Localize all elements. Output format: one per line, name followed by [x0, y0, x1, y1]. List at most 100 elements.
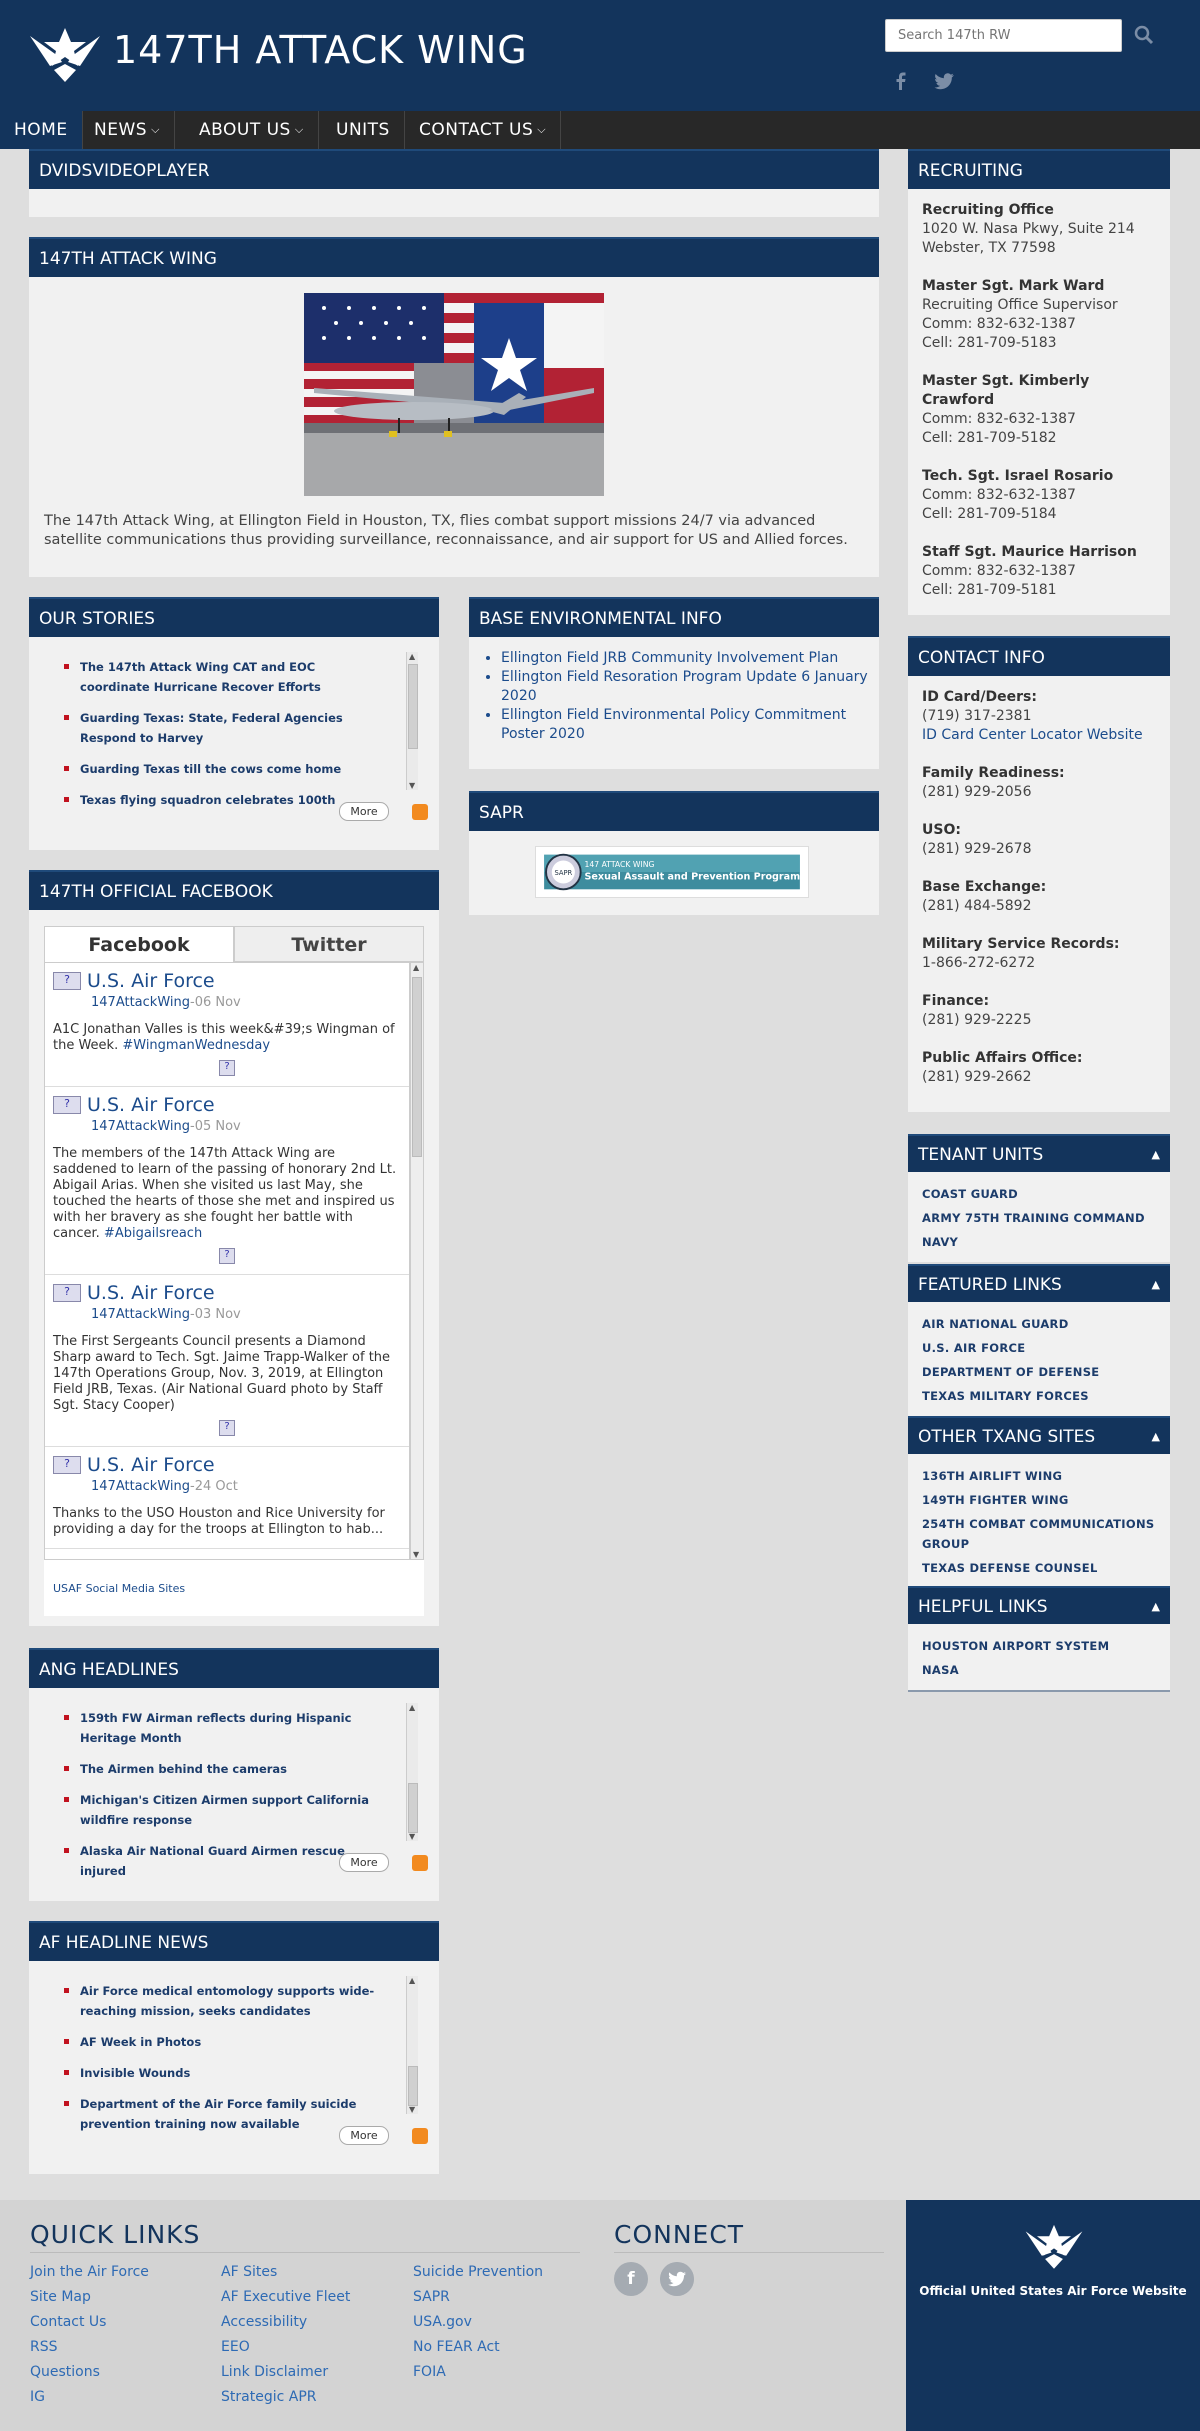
- facebook-icon[interactable]: [890, 70, 912, 92]
- site-title[interactable]: 147TH ATTACK WING: [113, 28, 528, 72]
- post-image-icon[interactable]: ?: [219, 1248, 235, 1264]
- stories-more-button[interactable]: More: [339, 802, 389, 821]
- txang-site-link[interactable]: TEXAS DEFENSE COUNSEL: [922, 1558, 1170, 1578]
- tenant-units-header[interactable]: TENANT UNITS ▲: [908, 1134, 1170, 1172]
- tenant-unit-link[interactable]: COAST GUARD: [922, 1184, 1170, 1204]
- air-force-logo-icon[interactable]: [1024, 2218, 1084, 2274]
- quick-link[interactable]: Accessibility: [221, 2310, 350, 2335]
- post-author[interactable]: U.S. Air Force: [87, 1282, 215, 1304]
- post-author[interactable]: U.S. Air Force: [87, 1454, 215, 1476]
- story-item[interactable]: Guarding Texas: State, Federal Agencies …: [54, 708, 384, 748]
- stories-scrollbar[interactable]: ▲ ▼: [406, 652, 418, 790]
- search-icon[interactable]: [1133, 24, 1155, 46]
- sapr-banner[interactable]: SAPR 147 ATTACK WING Sexual Assault and …: [535, 846, 809, 898]
- nav-units[interactable]: UNITS: [322, 111, 405, 149]
- scroll-up-icon[interactable]: ▲: [409, 652, 415, 661]
- quick-link[interactable]: AF Sites: [221, 2260, 350, 2285]
- id-card-locator-link[interactable]: ID Card Center Locator Website: [922, 727, 1143, 743]
- af-news-scrollbar[interactable]: ▲ ▼: [406, 1976, 418, 2114]
- featured-link[interactable]: U.S. AIR FORCE: [922, 1338, 1170, 1358]
- ang-more-button[interactable]: More: [339, 1853, 389, 1872]
- scroll-thumb[interactable]: [408, 2066, 418, 2106]
- featured-links-header[interactable]: FEATURED LINKS ▲: [908, 1264, 1170, 1302]
- post-handle[interactable]: 147AttackWing: [91, 1119, 190, 1134]
- tab-twitter[interactable]: Twitter: [234, 926, 424, 962]
- facebook-scrollbar[interactable]: ▲ ▼: [410, 962, 424, 1560]
- usaf-social-media-link[interactable]: USAF Social Media Sites: [53, 1582, 185, 1595]
- af-official-site-text[interactable]: Official United States Air Force Website: [906, 2284, 1200, 2298]
- story-item[interactable]: The 147th Attack Wing CAT and EOC coordi…: [54, 657, 384, 697]
- tenant-unit-link[interactable]: ARMY 75TH TRAINING COMMAND: [922, 1208, 1170, 1228]
- headline-item[interactable]: AF Week in Photos: [54, 2032, 384, 2052]
- af-official-site-block[interactable]: Official United States Air Force Website: [906, 2200, 1200, 2431]
- rss-icon[interactable]: [412, 2128, 428, 2144]
- rss-icon[interactable]: [412, 804, 428, 820]
- collapse-icon[interactable]: ▲: [1152, 1588, 1160, 1626]
- collapse-icon[interactable]: ▲: [1152, 1136, 1160, 1174]
- twitter-icon[interactable]: [660, 2262, 694, 2296]
- facebook-icon[interactable]: f: [614, 2262, 648, 2296]
- scroll-down-icon[interactable]: ▼: [409, 781, 415, 790]
- scroll-up-icon[interactable]: ▲: [409, 1703, 415, 1712]
- scroll-thumb[interactable]: [408, 1783, 418, 1833]
- story-item[interactable]: Texas flying squadron celebrates 100th: [54, 790, 384, 810]
- featured-link[interactable]: TEXAS MILITARY FORCES: [922, 1386, 1170, 1406]
- nav-home[interactable]: HOME: [0, 111, 83, 149]
- ang-scrollbar[interactable]: ▲ ▼: [406, 1703, 418, 1841]
- tenant-unit-link[interactable]: NAVY: [922, 1232, 1170, 1252]
- nav-news[interactable]: NEWS ⌵: [80, 111, 175, 149]
- nav-about-us[interactable]: ABOUT US ⌵: [185, 111, 319, 149]
- scroll-down-icon[interactable]: ▼: [409, 2105, 415, 2114]
- scroll-up-icon[interactable]: ▲: [409, 1976, 415, 1985]
- story-item[interactable]: Guarding Texas till the cows come home: [54, 759, 384, 779]
- featured-link[interactable]: AIR NATIONAL GUARD: [922, 1314, 1170, 1334]
- txang-site-link[interactable]: 254TH COMBAT COMMUNICATIONS GROUP: [922, 1514, 1170, 1554]
- quick-link[interactable]: Strategic APR: [221, 2385, 350, 2410]
- headline-item[interactable]: Department of the Air Force family suici…: [54, 2094, 384, 2134]
- headline-item[interactable]: Michigan's Citizen Airmen support Califo…: [54, 1790, 384, 1830]
- scroll-thumb[interactable]: [412, 977, 422, 1157]
- collapse-icon[interactable]: ▲: [1152, 1266, 1160, 1304]
- headline-item[interactable]: Alaska Air National Guard Airmen rescue …: [54, 1841, 384, 1881]
- env-link[interactable]: Ellington Field Environmental Policy Com…: [501, 706, 871, 744]
- search-input[interactable]: [885, 19, 1122, 52]
- helpful-link[interactable]: NASA: [922, 1660, 1170, 1680]
- quick-link[interactable]: Contact Us: [30, 2310, 149, 2335]
- nav-contact-us[interactable]: CONTACT US ⌵: [405, 111, 562, 149]
- quick-link[interactable]: Join the Air Force: [30, 2260, 149, 2285]
- post-handle[interactable]: 147AttackWing: [91, 1307, 190, 1322]
- facebook-feed[interactable]: ? U.S. Air Force 147AttackWing-06 Nov A1C…: [44, 962, 410, 1560]
- post-image-icon[interactable]: ?: [219, 1420, 235, 1436]
- air-force-logo-icon[interactable]: [28, 22, 102, 86]
- quick-link[interactable]: FOIA: [413, 2360, 543, 2385]
- scroll-down-icon[interactable]: ▼: [409, 1832, 415, 1841]
- headline-item[interactable]: The Airmen behind the cameras: [54, 1759, 384, 1779]
- env-link[interactable]: Ellington Field Resoration Program Updat…: [501, 668, 871, 706]
- collapse-icon[interactable]: ▲: [1152, 1418, 1160, 1456]
- post-handle[interactable]: 147AttackWing: [91, 1479, 190, 1494]
- helpful-link[interactable]: HOUSTON AIRPORT SYSTEM: [922, 1636, 1170, 1656]
- quick-link[interactable]: SAPR: [413, 2285, 543, 2310]
- helpful-links-header[interactable]: HELPFUL LINKS ▲: [908, 1586, 1170, 1624]
- quick-link[interactable]: No FEAR Act: [413, 2335, 543, 2360]
- post-author[interactable]: U.S. Air Force: [87, 970, 215, 992]
- txang-site-link[interactable]: 149TH FIGHTER WING: [922, 1490, 1170, 1510]
- rss-icon[interactable]: [412, 1855, 428, 1871]
- quick-link[interactable]: AF Executive Fleet: [221, 2285, 350, 2310]
- scroll-thumb[interactable]: [408, 664, 418, 749]
- post-image-icon[interactable]: ?: [219, 1060, 235, 1076]
- headline-item[interactable]: 159th FW Airman reflects during Hispanic…: [54, 1708, 384, 1748]
- quick-link[interactable]: USA.gov: [413, 2310, 543, 2335]
- quick-link[interactable]: Site Map: [30, 2285, 149, 2310]
- quick-link[interactable]: EEO: [221, 2335, 350, 2360]
- post-hashtag[interactable]: #WingmanWednesday: [122, 1038, 270, 1053]
- headline-item[interactable]: Air Force medical entomology supports wi…: [54, 1981, 384, 2021]
- quick-link[interactable]: IG: [30, 2385, 149, 2410]
- post-handle[interactable]: 147AttackWing: [91, 995, 190, 1010]
- scroll-down-icon[interactable]: ▼: [413, 1550, 419, 1559]
- scroll-up-icon[interactable]: ▲: [413, 963, 419, 972]
- quick-link[interactable]: Suicide Prevention: [413, 2260, 543, 2285]
- af-news-more-button[interactable]: More: [339, 2126, 389, 2145]
- twitter-icon[interactable]: [934, 70, 956, 92]
- tab-facebook[interactable]: Facebook: [44, 926, 234, 962]
